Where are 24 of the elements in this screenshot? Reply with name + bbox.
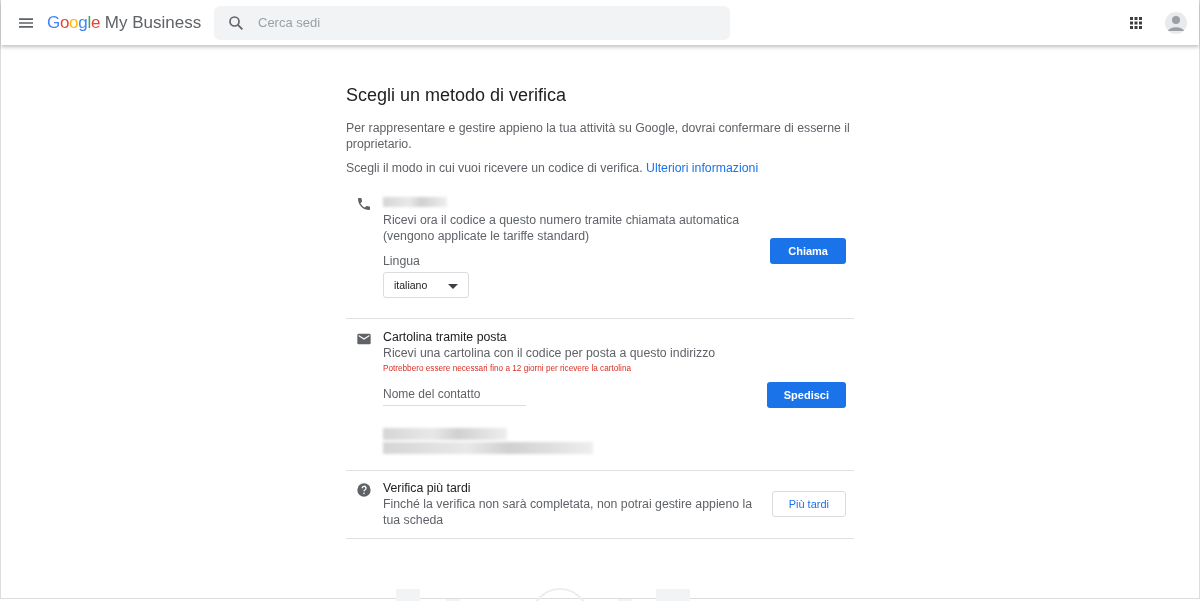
help-icon: [356, 482, 372, 498]
apps-grid-icon[interactable]: [1130, 16, 1142, 29]
learn-more-link[interactable]: Ulteriori informazioni: [646, 161, 759, 175]
option-description: Finché la verifica non sarà completata, non potrai gestire appieno la tua scheda: [383, 496, 754, 528]
intro-text: Per rappresentare e gestire appieno la tua attività su Google, dovrai confermare di esserne il proprietario.: [346, 120, 851, 152]
action-button[interactable]: Spedisci: [766, 381, 846, 408]
option-heading: Cartolina tramite posta: [383, 329, 508, 345]
envelope-icon: [356, 331, 372, 347]
redacted-phone-number: [383, 197, 447, 207]
search-icon: [227, 13, 245, 32]
warning-text: Potrebbero essere necessari fino a 12 giorni per ricevere la cartolina: [383, 364, 633, 373]
option-description: Ricevi una cartolina con il codice per posta a questo indirizzo: [383, 345, 717, 361]
phone-icon: [356, 196, 372, 212]
option-description: Ricevi ora il codice a questo numero tramite chiamata automatica (vengono applicate le tariffe standard): [383, 212, 741, 244]
avatar-icon[interactable]: [1165, 11, 1187, 34]
action-button[interactable]: Chiama: [770, 238, 846, 264]
option-heading: Verifica più tardi: [383, 480, 472, 496]
page-title: Scegli un metodo di verifica: [346, 85, 568, 106]
logo[interactable]: Google My Business: [47, 12, 202, 33]
language-dropdown[interactable]: italiano: [383, 272, 469, 298]
action-button[interactable]: Più tardi: [771, 491, 846, 517]
choose-text: Scegli il modo in cui vuoi ricevere un codice di verifica. Ulteriori informazioni: [346, 160, 760, 176]
language-label: Lingua: [383, 254, 421, 268]
menu-icon[interactable]: [19, 17, 33, 28]
